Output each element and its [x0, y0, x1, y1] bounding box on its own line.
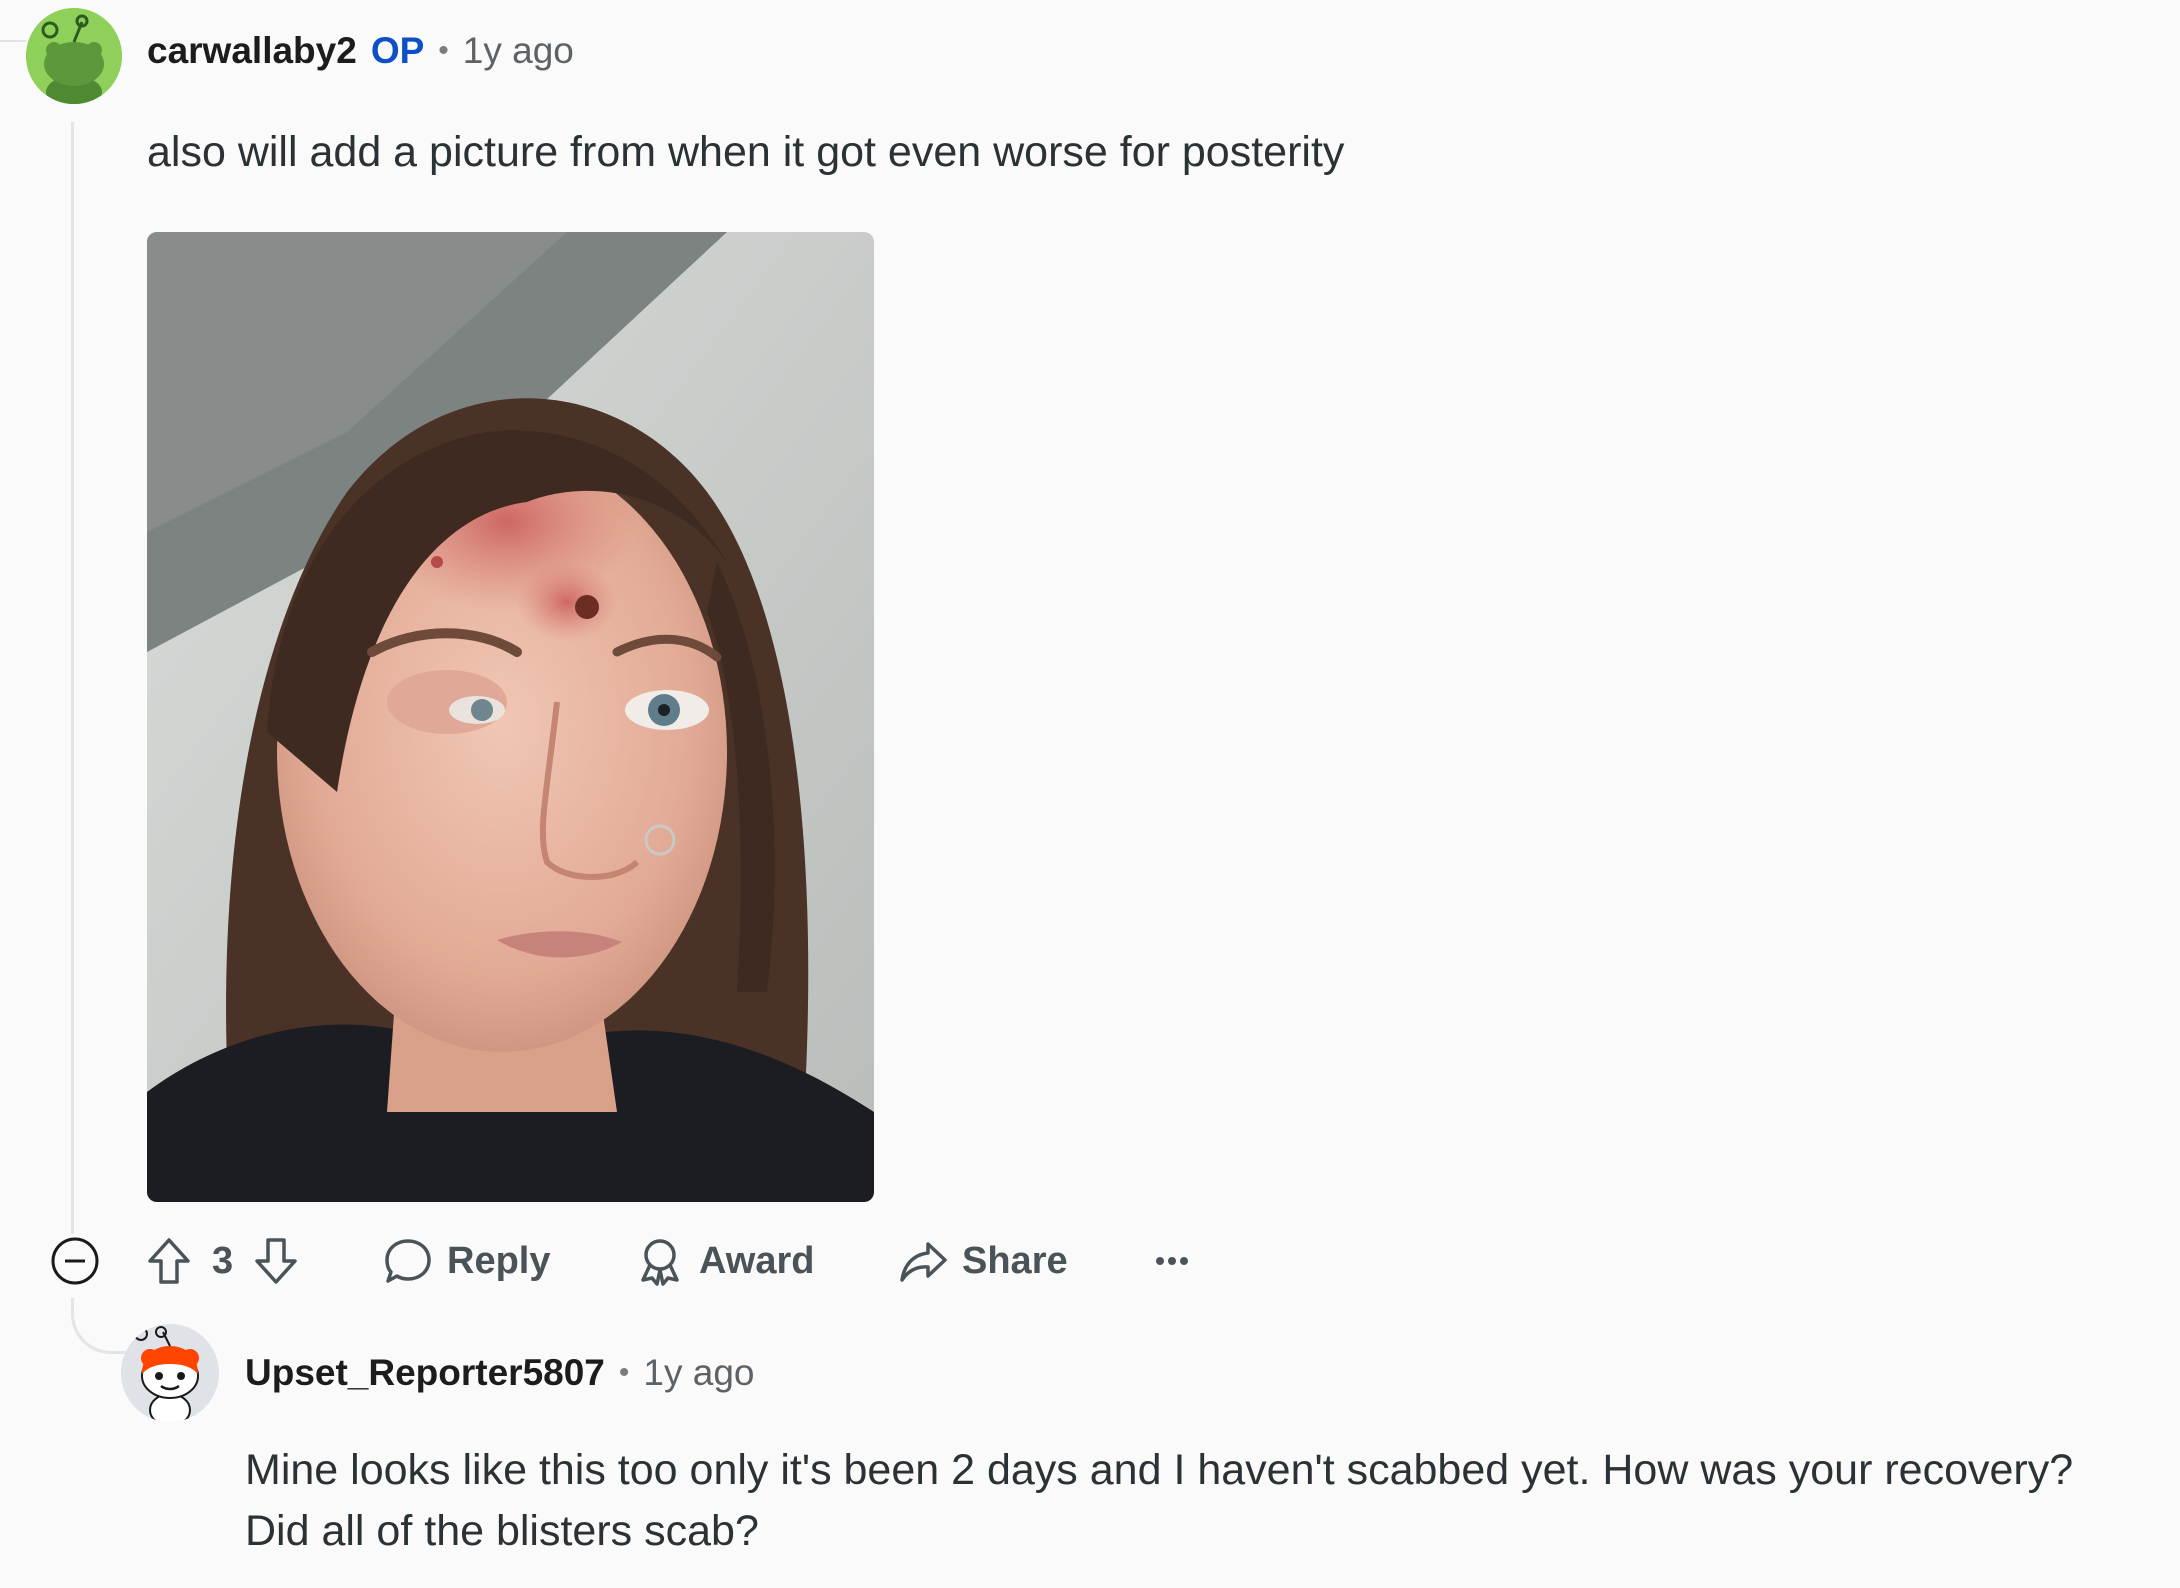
reply-thread-connector: [71, 1298, 131, 1354]
reply-label: Reply: [447, 1239, 551, 1282]
thread-line-stub: [0, 40, 26, 42]
comment-action-bar: 3 Reply Award Share: [50, 1236, 1250, 1288]
reply-comment-header: Upset_Reporter5807 • 1y ago: [245, 1352, 755, 1394]
separator-dot: •: [618, 1356, 630, 1389]
share-label: Share: [962, 1239, 1068, 1282]
share-button[interactable]: Share: [898, 1236, 1068, 1286]
reply-comment-body: Mine looks like this too only it's been …: [245, 1440, 2073, 1562]
snoo-green-avatar-icon: [26, 8, 122, 104]
thread-line[interactable]: [71, 122, 74, 1234]
comment-header: carwallaby2 OP • 1y ago: [147, 30, 574, 72]
ellipsis-icon: [1152, 1236, 1192, 1286]
vote-score: 3: [212, 1239, 234, 1282]
award-label: Award: [699, 1239, 815, 1282]
reply-timestamp[interactable]: 1y ago: [643, 1352, 754, 1394]
op-badge: OP: [370, 30, 425, 71]
share-arrow-icon: [898, 1236, 948, 1286]
username-link[interactable]: carwallaby2: [147, 30, 357, 72]
selfie-photo-icon: [147, 232, 874, 1202]
comment-bubble-icon: [383, 1236, 433, 1286]
award-button[interactable]: Award: [635, 1236, 814, 1286]
collapse-thread-button[interactable]: [50, 1236, 100, 1291]
downvote-arrow-icon[interactable]: [253, 1236, 299, 1286]
reply-text-line-2: Did all of the blisters scab?: [245, 1507, 759, 1555]
timestamp[interactable]: 1y ago: [463, 30, 574, 72]
snoo-red-avatar-icon: [121, 1324, 219, 1422]
collapse-minus-icon: [51, 1237, 99, 1285]
upvote-arrow-icon[interactable]: [146, 1236, 192, 1286]
separator-dot: •: [438, 34, 449, 67]
more-options-button[interactable]: [1152, 1236, 1192, 1286]
reply-user-avatar[interactable]: [121, 1324, 219, 1422]
comment-image[interactable]: [147, 232, 874, 1202]
award-ribbon-icon: [635, 1236, 685, 1286]
user-avatar[interactable]: [26, 8, 122, 104]
reply-username-link[interactable]: Upset_Reporter5807: [245, 1352, 605, 1394]
vote-group: 3: [146, 1236, 299, 1286]
comment-body: also will add a picture from when it got…: [147, 128, 1345, 176]
reply-button[interactable]: Reply: [383, 1236, 550, 1286]
reply-text-line-1: Mine looks like this too only it's been …: [245, 1446, 2074, 1494]
